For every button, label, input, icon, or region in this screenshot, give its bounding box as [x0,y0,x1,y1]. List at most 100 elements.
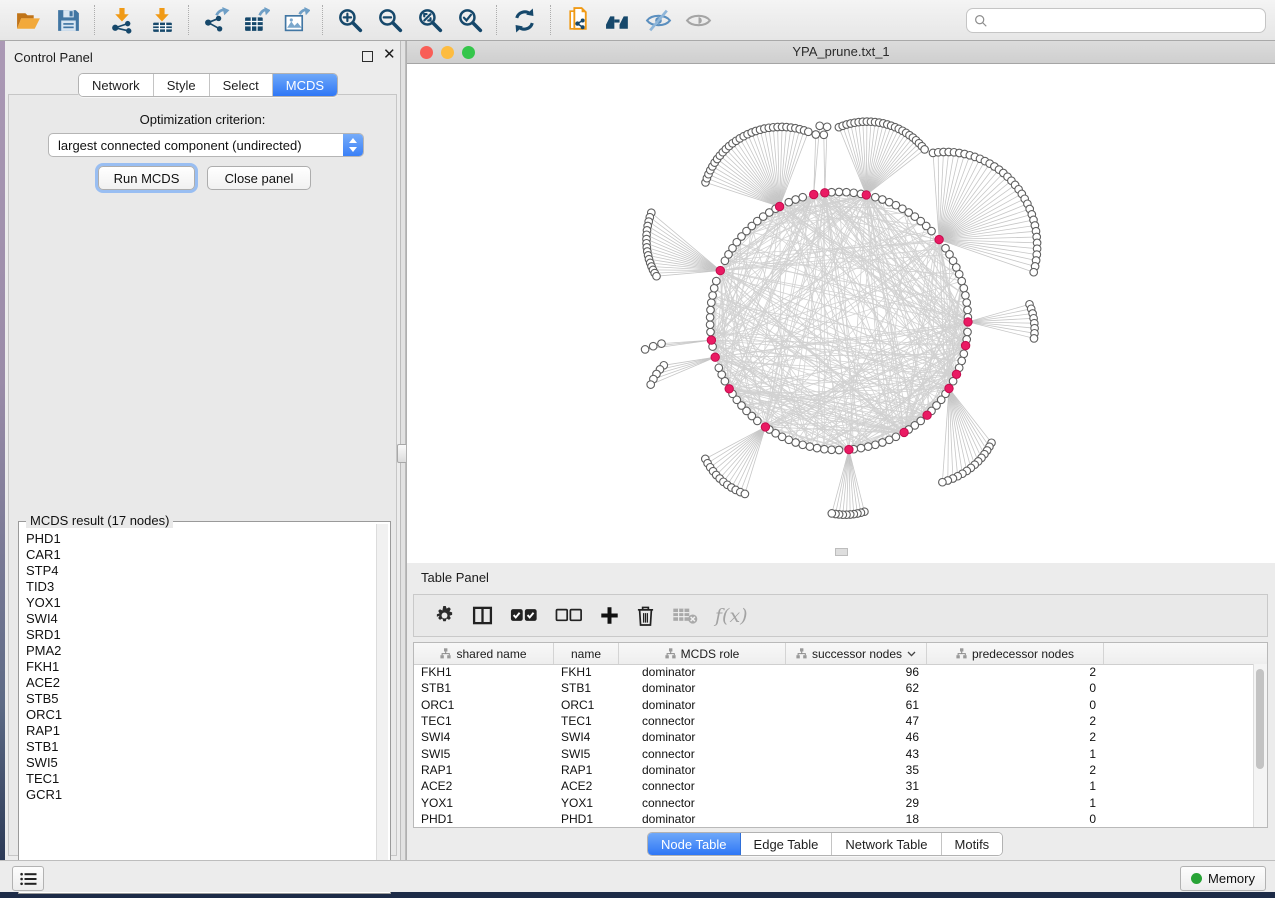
show-columns-button[interactable] [472,605,493,626]
close-panel-icon[interactable]: ✕ [383,46,396,64]
zoom-selected-icon [457,7,484,34]
table-body: FKH1FKH1dominator962STB1STB1dominator620… [414,664,1254,827]
mcds-result-item[interactable]: YOX1 [21,595,377,611]
mcds-result-item[interactable]: PMA2 [21,643,377,659]
search-input[interactable] [988,10,1265,32]
mcds-result-item[interactable]: SWI5 [21,755,377,771]
mcds-result-item[interactable]: STP4 [21,563,377,579]
table-settings-button[interactable] [434,605,455,626]
mcds-result-scrollbar[interactable] [376,524,388,891]
column-header-name[interactable]: name [554,643,619,664]
optimization-criterion-select[interactable]: largest connected component (undirected) [48,133,364,157]
save-session-button[interactable] [48,2,88,38]
table-row[interactable]: ORC1ORC1dominator610 [414,697,1254,713]
network-document-button[interactable] [558,2,598,38]
mcds-result-item[interactable]: PHD1 [21,531,377,547]
save-icon [55,7,82,34]
tab-style[interactable]: Style [154,74,210,96]
run-mcds-button[interactable]: Run MCDS [98,166,195,190]
column-label: name [571,647,601,661]
horizontal-splitter-handle[interactable] [835,548,848,556]
table-row[interactable]: TEC1TEC1connector472 [414,713,1254,729]
search-icon [974,14,988,28]
cell-successor-nodes: 31 [786,779,927,793]
zoom-fit-button[interactable] [410,2,450,38]
table-row[interactable]: STB1STB1dominator620 [414,680,1254,696]
toolbar-separator [496,5,498,35]
network-svg[interactable] [407,64,1275,563]
select-all-rows-button[interactable] [510,608,538,623]
column-header-shared-name[interactable]: shared name [414,643,554,664]
mcds-result-item[interactable]: SRD1 [21,627,377,643]
tab-edge-table[interactable]: Edge Table [741,833,833,855]
tab-node-table[interactable]: Node Table [648,833,741,855]
tab-mcds[interactable]: MCDS [273,74,337,96]
mcds-result-item[interactable]: TID3 [21,579,377,595]
optimization-criterion-label: Optimization criterion: [9,112,396,127]
tab-network[interactable]: Network [79,74,154,96]
column-header-predecessor-nodes[interactable]: predecessor nodes [927,643,1104,664]
table-row[interactable]: RAP1RAP1dominator352 [414,762,1254,778]
mcds-result-item[interactable]: ORC1 [21,707,377,723]
export-network-button[interactable] [196,2,236,38]
mcds-result-item[interactable]: RAP1 [21,723,377,739]
cell-mcds-role: dominator [619,698,786,712]
zoom-in-button[interactable] [330,2,370,38]
table-row[interactable]: PHD1PHD1dominator180 [414,811,1254,827]
network-window: YPA_prune.txt_1 [406,41,1275,563]
add-column-button[interactable] [600,606,619,625]
task-history-button[interactable] [12,866,44,891]
update-network-button[interactable] [504,2,544,38]
tab-select[interactable]: Select [210,74,273,96]
table-row[interactable]: FKH1FKH1dominator962 [414,664,1254,680]
sort-chevron-icon [907,651,916,657]
cell-successor-nodes: 43 [786,747,927,761]
mcds-result-item[interactable]: TEC1 [21,771,377,787]
hide-graphics-button[interactable] [638,2,678,38]
binoculars-icon [605,7,632,34]
export-image-button[interactable] [276,2,316,38]
column-header-mcds-role[interactable]: MCDS role [619,643,786,664]
tree-icon [796,648,807,659]
close-panel-button[interactable]: Close panel [207,166,311,190]
zoom-selected-button[interactable] [450,2,490,38]
mcds-result-item[interactable]: CAR1 [21,547,377,563]
search-network-button[interactable] [598,2,638,38]
cell-name: YOX1 [554,796,619,810]
table-row[interactable]: ACE2ACE2connector311 [414,778,1254,794]
table-scrollbar[interactable] [1253,664,1267,827]
deselect-all-rows-button[interactable] [555,608,583,623]
toolbar-separator [188,5,190,35]
tab-network-table[interactable]: Network Table [832,833,941,855]
mcds-result-item[interactable]: GCR1 [21,787,377,803]
import-network-button[interactable] [102,2,142,38]
mcds-result-item[interactable]: STB1 [21,739,377,755]
mcds-result-item[interactable]: ACE2 [21,675,377,691]
zoom-out-button[interactable] [370,2,410,38]
column-label: shared name [456,647,526,661]
column-label: MCDS role [681,647,740,661]
cell-predecessor-nodes: 0 [927,698,1104,712]
table-row[interactable]: SWI4SWI4dominator462 [414,729,1254,745]
table-row[interactable]: YOX1YOX1connector291 [414,794,1254,810]
float-panel-icon[interactable] [362,51,373,62]
cell-shared-name: PHD1 [414,812,554,826]
table-scrollbar-thumb[interactable] [1256,669,1264,769]
import-table-button[interactable] [142,2,182,38]
mcds-result-item[interactable]: SWI4 [21,611,377,627]
table-row[interactable]: SWI5SWI5connector431 [414,745,1254,761]
memory-button[interactable]: Memory [1180,866,1266,891]
tab-motifs[interactable]: Motifs [942,833,1003,855]
search-box[interactable] [966,8,1266,33]
mcds-result-item[interactable]: STB5 [21,691,377,707]
cell-shared-name: YOX1 [414,796,554,810]
mcds-result-item[interactable]: FKH1 [21,659,377,675]
hide-eye-icon [645,7,672,34]
export-table-button[interactable] [236,2,276,38]
trash-icon [636,605,655,626]
delete-column-button[interactable] [636,605,655,626]
main-toolbar [0,0,1275,41]
open-session-button[interactable] [8,2,48,38]
cell-mcds-role: dominator [619,812,786,826]
column-header-successor-nodes[interactable]: successor nodes [786,643,927,664]
